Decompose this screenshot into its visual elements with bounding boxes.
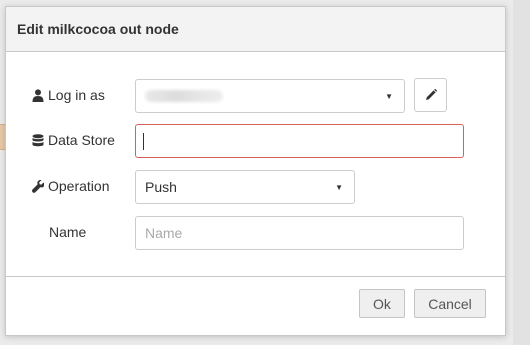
name-input[interactable]: Name (135, 216, 464, 250)
operation-selected-value: Push (145, 179, 177, 195)
datastore-label: Data Store (32, 122, 115, 158)
operation-row: Operation Push ▼ (6, 168, 505, 204)
login-row: Log in as ▼ (6, 77, 505, 113)
login-label: Log in as (32, 77, 105, 113)
ok-button[interactable]: Ok (359, 289, 405, 318)
chevron-down-icon: ▼ (385, 91, 393, 101)
name-row: Name Name (6, 214, 505, 250)
edit-login-button[interactable] (414, 78, 447, 112)
background-sidebar (513, 0, 530, 345)
wrench-icon (32, 179, 44, 193)
edit-node-dialog: Edit milkcocoa out node Log in as ▼ Data… (5, 6, 506, 336)
text-cursor (143, 132, 144, 150)
cancel-button[interactable]: Cancel (414, 289, 486, 318)
operation-label: Operation (32, 168, 109, 204)
user-icon (32, 88, 44, 102)
dialog-footer: Ok Cancel (6, 276, 505, 335)
chevron-down-icon: ▼ (335, 182, 343, 192)
dialog-header: Edit milkcocoa out node (6, 7, 505, 52)
operation-select[interactable]: Push ▼ (135, 170, 355, 204)
login-selected-value (145, 90, 223, 102)
name-label: Name (49, 224, 87, 240)
datastore-input[interactable] (135, 124, 464, 158)
login-select[interactable]: ▼ (135, 79, 405, 113)
pencil-icon (425, 89, 437, 100)
dialog-title: Edit milkcocoa out node (17, 21, 179, 37)
datastore-row: Data Store (6, 122, 505, 158)
name-placeholder: Name (145, 225, 183, 241)
database-icon (32, 133, 44, 146)
